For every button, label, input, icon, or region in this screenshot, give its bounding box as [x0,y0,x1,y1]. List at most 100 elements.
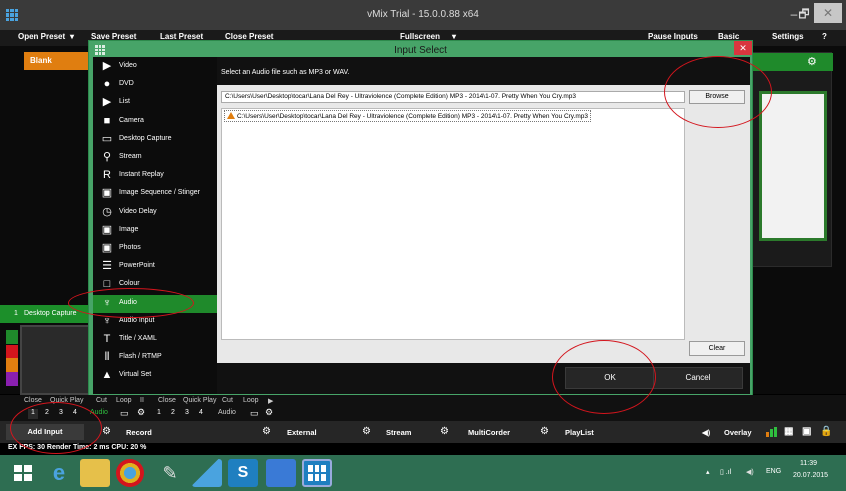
warning-icon [227,112,235,119]
input-type-label: Flash / RTMP [119,353,162,361]
colour-swatch-red[interactable] [6,345,18,359]
input-type-title-xaml[interactable]: T Title / XAML [93,331,217,349]
dialog-close-button[interactable]: ✕ [734,41,752,55]
maximize-button[interactable]: 🗗 [794,4,814,24]
window-title: vMix Trial - 15.0.0.88 x64 [367,9,479,20]
input-type-label: Photos [119,244,141,251]
clock-time[interactable]: 11:39 [800,460,817,467]
open-preset-button[interactable]: Open Preset [18,32,65,41]
input-thumbnail[interactable] [20,325,92,395]
gear-icon[interactable]: ⚙ [540,427,549,437]
playlist-button[interactable]: PlayList [565,428,594,437]
paint-icon[interactable]: ✎ [155,459,185,487]
lock-icon[interactable]: 🔒 [820,426,832,437]
file-list-item[interactable]: C:\Users\User\Desktop\tocar\Lana Del Rey… [224,110,592,122]
loop-button-left[interactable]: Loop [116,397,132,404]
loop-button-right[interactable]: Loop [243,397,259,404]
input-type-label: Image Sequence / Stinger [119,189,200,197]
close-button-right[interactable]: Close [158,397,176,404]
input-type-image[interactable]: ▣ Image [93,222,217,240]
cut-button-right[interactable]: Cut [222,397,233,404]
file-list[interactable]: C:\Users\User\Desktop\tocar\Lana Del Rey… [221,108,685,340]
gear-icon[interactable]: ⚙ [362,427,371,437]
gear-icon[interactable]: ⚙ [807,55,817,68]
status-bar: EX FPS: 30 Render Time: 2 ms CPU: 20 % [0,443,846,455]
instruction-text: Select an Audio file such as MP3 or WAV. [221,69,350,76]
input-type-label: Stream [119,153,142,160]
multiview-icon[interactable]: ▦ [784,426,793,437]
image-sequence-icon: ▣ [101,187,113,200]
layer-1-button-right[interactable]: 1 [154,409,164,419]
input-type-flash-rtmp[interactable]: ⦀ Flash / RTMP [93,349,217,367]
shark-icon[interactable] [192,459,222,487]
help-button[interactable]: ? [822,32,827,41]
network-icon[interactable]: ▯ .ıl [720,468,731,476]
virtual-set-icon: ▲ [101,369,113,382]
gear-icon[interactable]: ⚙ [137,407,145,418]
list-icon: ▶ [102,96,112,109]
speaker-icon[interactable]: ◀) [702,428,710,437]
input-type-label: Camera [119,116,144,124]
language-indicator[interactable]: ENG [766,468,781,475]
input-type-desktop-capture[interactable]: ▭ Desktop Capture [93,131,217,149]
internet-explorer-icon[interactable]: e [44,459,74,487]
gear-icon[interactable]: ⚙ [440,427,449,437]
vmix-taskbar-icon[interactable] [302,459,332,487]
audio-toggle-right[interactable]: Audio [218,409,236,416]
clock-date[interactable]: 20.07.2015 [793,472,828,479]
preview-blank-tile[interactable]: Blank [24,52,94,70]
gear-icon[interactable]: ⚙ [262,427,271,437]
play-icon[interactable]: ▶ [268,397,273,405]
windows-start-icon[interactable] [8,459,38,487]
skype-icon[interactable]: S [228,459,258,487]
calculator-icon[interactable] [266,459,296,487]
gear-icon[interactable]: ⚙ [102,427,111,437]
input-type-powerpoint[interactable]: ☰ PowerPoint [93,258,217,276]
audio-meter-icon[interactable] [766,427,778,437]
chrome-icon[interactable] [116,459,144,487]
input-type-camera[interactable]: ■ Camera [93,113,217,131]
close-window-button[interactable]: ✕ [814,3,842,23]
input-type-stream[interactable]: ⚲ Stream [93,149,217,167]
input-type-video-delay[interactable]: ◷ Video Delay [93,204,217,222]
input-type-label: List [119,98,130,106]
multicorder-button[interactable]: MultiCorder [468,428,510,437]
cut-button-left[interactable]: Cut [96,397,107,404]
annotation-circle-browse [664,56,772,128]
clear-button[interactable]: Clear [689,341,745,356]
gear-icon[interactable]: ⚙ [265,407,273,418]
colour-swatch-orange[interactable] [6,358,18,372]
input-type-virtual-set[interactable]: ▲ Virtual Set [93,367,217,385]
cancel-button[interactable]: Cancel [653,367,743,389]
file-explorer-icon[interactable] [80,459,110,487]
input-type-photos[interactable]: ▣ Photos [93,240,217,258]
input-type-image-sequence-stinger[interactable]: ▣ Image Sequence / Stinger [93,185,217,203]
layer-3-button-right[interactable]: 3 [182,409,192,419]
input-type-video[interactable]: ▶ Video [93,58,217,76]
layer-4-button-right[interactable]: 4 [196,409,206,419]
clock-icon: ◷ [102,205,112,218]
input-type-instant-replay[interactable]: R Instant Replay [93,167,217,185]
stream-button[interactable]: Stream [386,428,411,437]
image-icon[interactable]: ▣ [802,426,811,437]
colour-swatch-green[interactable] [6,330,18,344]
file-path-input[interactable]: C:\Users\User\Desktop\tocar\Lana Del Rey… [221,91,685,103]
external-button[interactable]: External [287,428,317,437]
dialog-title: Input Select [394,45,447,56]
record-button[interactable]: Record [126,428,152,437]
layer-2-button-right[interactable]: 2 [168,409,178,419]
quick-play-button-right[interactable]: Quick Play [183,397,216,404]
settings-button[interactable]: Settings [772,32,804,41]
monitor-icon[interactable]: ▭ [120,408,129,419]
input-type-list[interactable]: ▶ List [93,94,217,112]
pause-icon[interactable]: II [140,397,144,404]
title-bar: vMix Trial - 15.0.0.88 x64 – 🗗 ✕ [0,0,846,30]
flash-icon: ⦀ [104,351,110,364]
monitor-icon[interactable]: ▭ [250,408,259,419]
volume-icon[interactable]: ◀) [746,468,754,476]
open-preset-dropdown-icon[interactable]: ▾ [70,32,74,41]
tray-arrow-icon[interactable]: ▴ [706,468,710,476]
overlay-button[interactable]: Overlay [724,428,752,437]
colour-swatch-purple[interactable] [6,372,18,386]
input-type-dvd[interactable]: ● DVD [93,76,217,94]
